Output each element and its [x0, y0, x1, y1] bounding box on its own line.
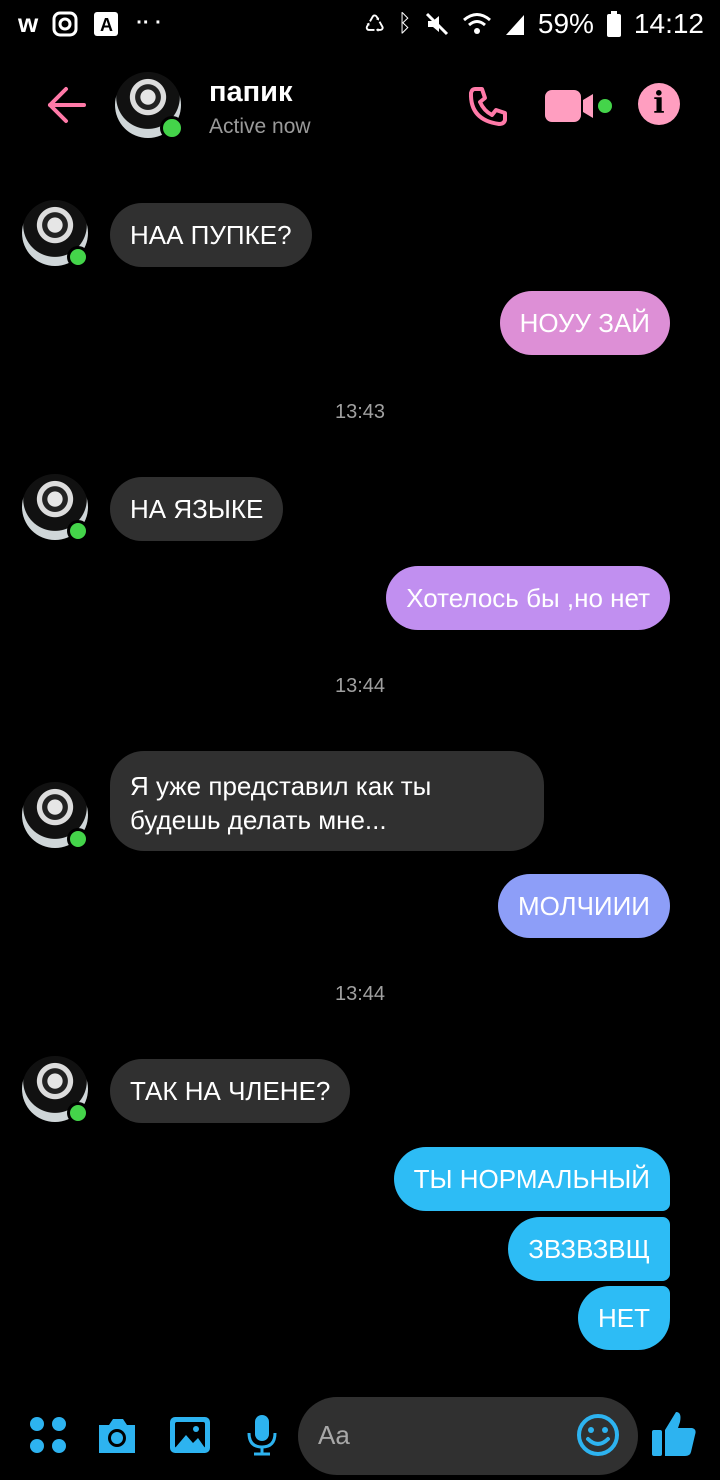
timestamp: 13:43 — [334, 401, 386, 423]
incoming-message[interactable]: Я уже представил как ты будешь делать мн… — [110, 751, 544, 851]
w-logo-icon: w — [18, 8, 39, 38]
outgoing-message[interactable]: Хотелось бы ,но нет — [386, 566, 670, 630]
outgoing-message[interactable]: НОУУ ЗАЙ — [499, 291, 670, 355]
status-bar: w A ·· · ♺ ᛒ 59% 14:12 — [0, 0, 720, 52]
video-icon[interactable] — [545, 88, 615, 124]
back-arrow-icon[interactable] — [44, 82, 90, 128]
contact-name[interactable]: папик — [209, 76, 293, 109]
wifi-icon — [462, 13, 491, 34]
online-indicator — [67, 1102, 89, 1124]
online-indicator — [67, 246, 89, 268]
timestamp: 13:44 — [334, 675, 386, 697]
online-indicator — [67, 828, 89, 850]
mute-icon — [425, 12, 448, 36]
active-status: Active now — [209, 115, 311, 138]
apps-icon[interactable] — [26, 1413, 70, 1457]
mic-icon[interactable] — [240, 1413, 284, 1457]
bluetooth-icon: ᛒ — [397, 10, 412, 37]
online-indicator — [67, 520, 89, 542]
message-line: будешь делать мне... — [130, 805, 387, 835]
incoming-message[interactable]: ТАК НА ЧЛЕНЕ? — [110, 1059, 351, 1123]
message-line: Я уже представил как ты — [130, 771, 432, 801]
outgoing-message[interactable]: ЗВЗВЗВЩ — [508, 1217, 670, 1281]
incoming-message[interactable]: НА ЯЗЫКЕ — [110, 477, 284, 541]
outgoing-message[interactable]: НЕТ — [578, 1286, 670, 1350]
image-icon[interactable] — [168, 1413, 212, 1457]
translate-icon: A — [94, 11, 119, 36]
svg-text:A: A — [100, 15, 113, 35]
more-notifications-dots: ·· · — [136, 12, 162, 34]
emoji-icon[interactable] — [576, 1413, 620, 1457]
message-input-placeholder: Aa — [318, 1420, 350, 1450]
battery-percent: 59% — [537, 8, 594, 39]
timestamp: 13:44 — [334, 983, 386, 1005]
online-indicator — [160, 116, 184, 140]
instagram-icon — [52, 11, 78, 36]
battery-icon — [606, 11, 621, 37]
status-right-icons: ♺ ᛒ 59% 14:12 — [364, 8, 704, 40]
status-left-icons: w A ·· · — [18, 8, 162, 39]
phone-icon[interactable] — [466, 84, 510, 128]
clock: 14:12 — [633, 8, 704, 39]
outgoing-message[interactable]: МОЛЧИИИ — [497, 874, 670, 938]
incoming-message[interactable]: НАА ПУПКЕ? — [110, 203, 312, 267]
signal-icon — [505, 15, 524, 35]
recycle-icon: ♺ — [363, 10, 386, 38]
camera-icon[interactable] — [95, 1413, 139, 1457]
thumbs-up-icon[interactable] — [650, 1408, 698, 1458]
info-icon[interactable]: i — [638, 83, 680, 125]
outgoing-message[interactable]: ТЫ НОРМАЛЬНЫЙ — [393, 1147, 670, 1211]
